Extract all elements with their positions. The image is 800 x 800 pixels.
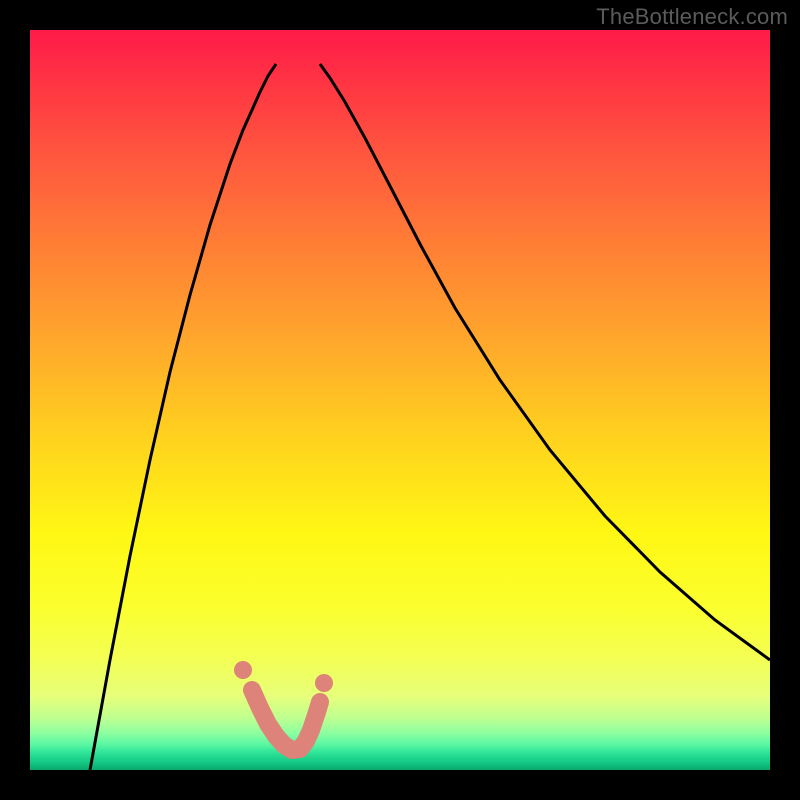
curve-u-dot	[315, 674, 333, 692]
curve-right-branch	[320, 64, 770, 660]
outer-frame: TheBottleneck.com	[0, 0, 800, 800]
curve-u-segment	[252, 690, 320, 750]
curve-layer	[30, 30, 770, 770]
plot-area	[30, 30, 770, 770]
watermark-text: TheBottleneck.com	[596, 4, 788, 30]
curve-u-dot	[234, 661, 252, 679]
